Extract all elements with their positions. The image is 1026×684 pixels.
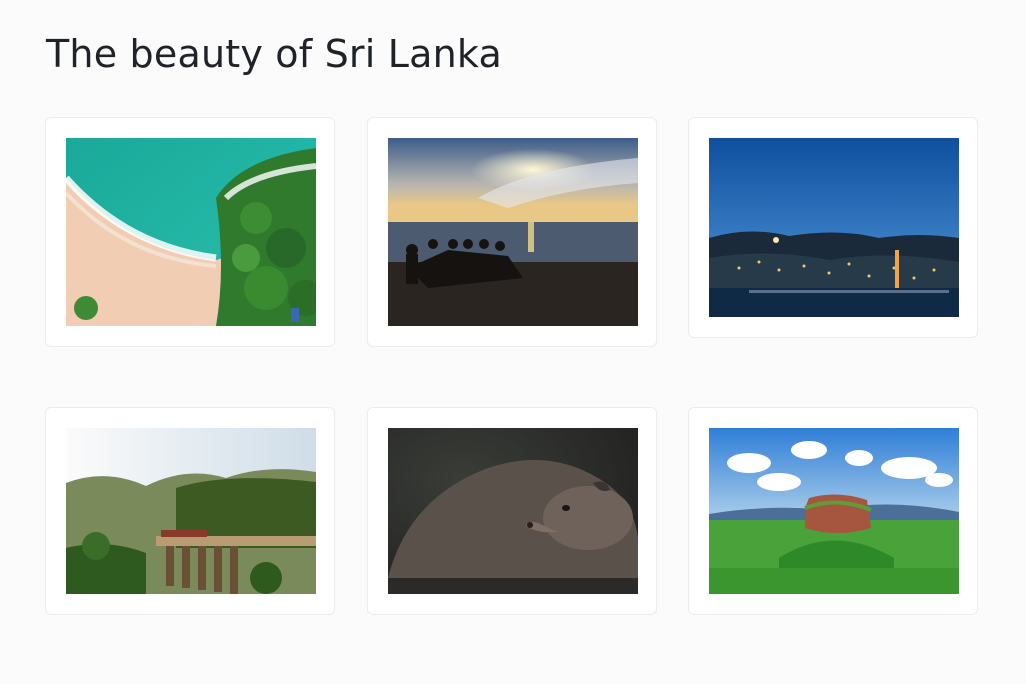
photo-card[interactable] — [688, 407, 978, 615]
city-night-photo[interactable] — [709, 138, 959, 317]
nine-arch-bridge-photo[interactable] — [66, 428, 316, 594]
photo-card[interactable] — [367, 117, 657, 347]
aerial-beach-photo[interactable] — [66, 138, 316, 326]
mongoose-photo[interactable] — [388, 428, 638, 594]
photo-card[interactable] — [45, 117, 335, 347]
photo-card[interactable] — [688, 117, 978, 338]
photo-card[interactable] — [367, 407, 657, 615]
sunset-fishermen-photo[interactable] — [388, 138, 638, 326]
page-title: The beauty of Sri Lanka — [46, 32, 502, 76]
sigiriya-rock-photo[interactable] — [709, 428, 959, 594]
photo-card[interactable] — [45, 407, 335, 615]
gallery-page: The beauty of Sri Lanka — [0, 0, 1026, 684]
